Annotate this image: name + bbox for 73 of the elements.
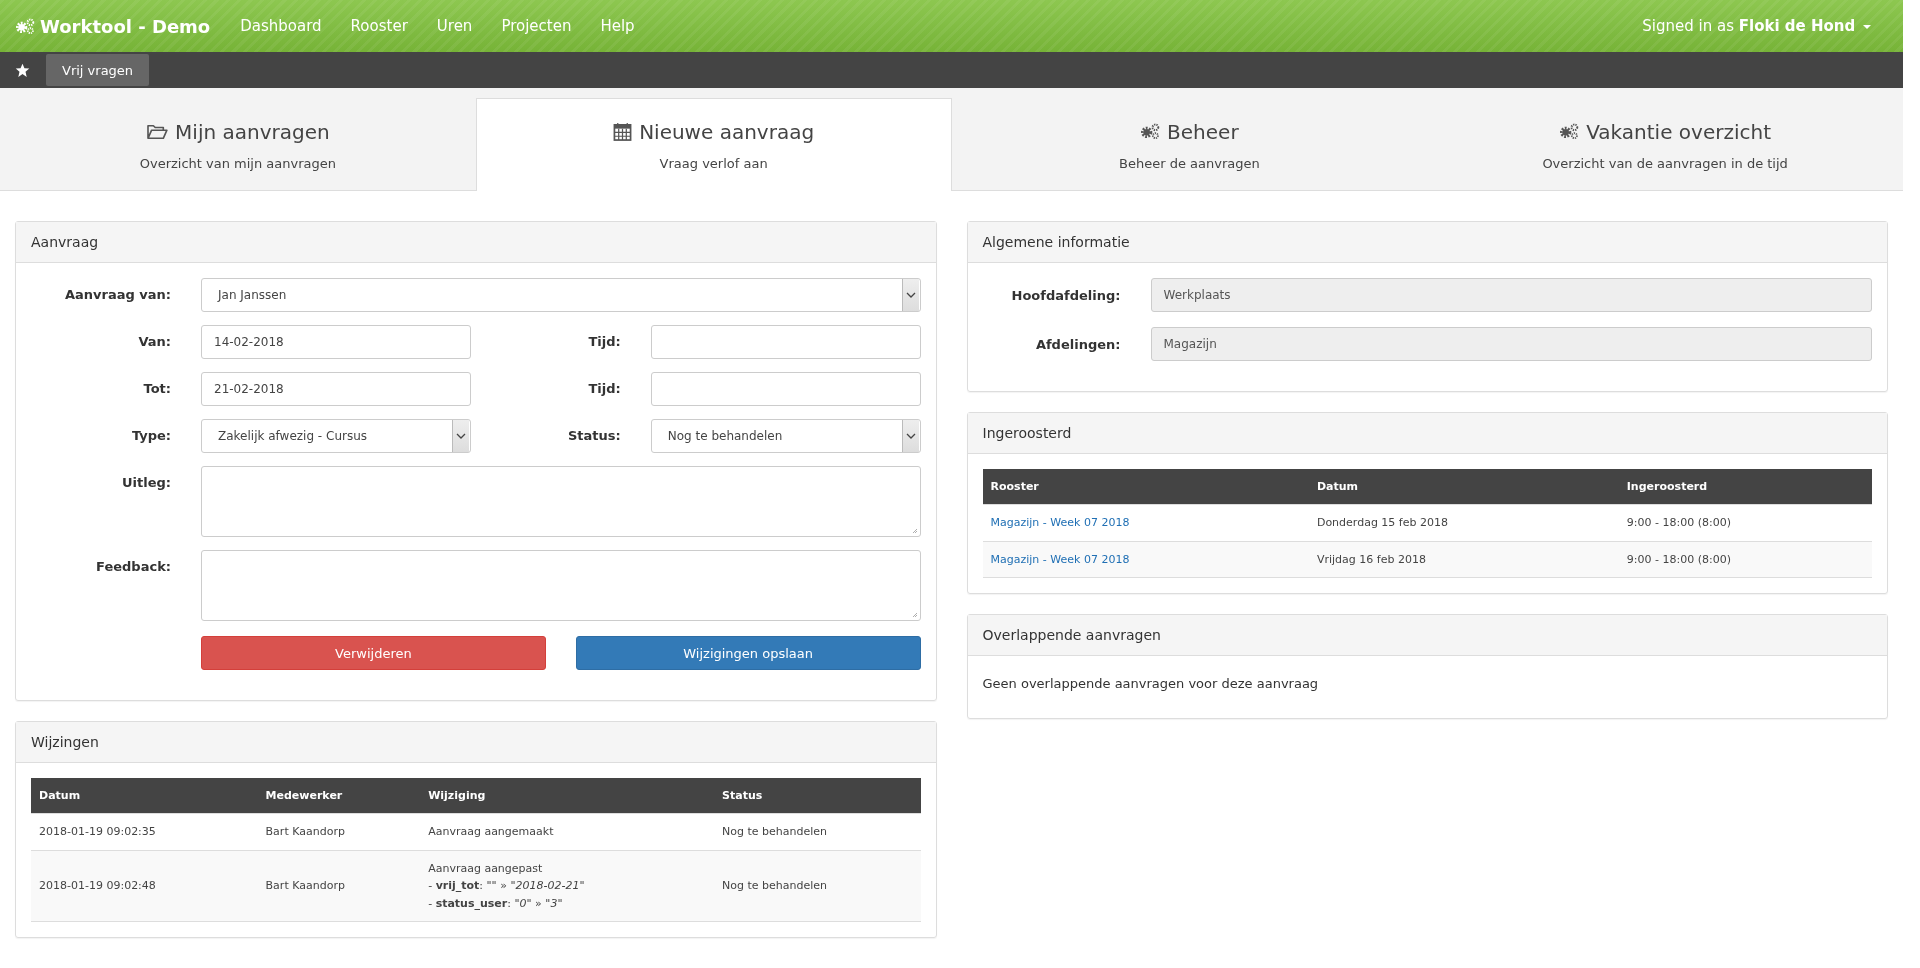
field-label: Hoofdafdeling:: [1010, 287, 1122, 303]
tab-subtitle: Overzicht van de aanvragen in de tijd: [1542, 155, 1788, 171]
schedule-link[interactable]: Magazijn - Week 07 2018: [990, 552, 1130, 566]
table-cell: 9:00 - 18:00 (8:00): [1618, 504, 1872, 542]
input-field[interactable]: 14-02-2018: [201, 325, 471, 359]
column-header: Ingeroosterd: [1618, 469, 1872, 505]
field-label: Afdelingen:: [1034, 336, 1122, 352]
field-label: Type:: [130, 427, 172, 443]
calendar-icon: [613, 122, 633, 141]
tab-subtitle: Beheer de aanvragen: [1119, 155, 1260, 171]
table-cell: Bart Kaandorp: [257, 813, 421, 851]
panel-heading: Algemene informatie: [967, 222, 1887, 263]
table-cell: Vrijdag 16 feb 2018: [1308, 541, 1619, 578]
tab[interactable]: Nieuwe aanvraag Vraag verlof aan: [475, 98, 952, 191]
field-label: Feedback:: [95, 558, 172, 574]
field-label: Uitleg:: [121, 474, 172, 490]
column-header: Datum: [31, 778, 258, 814]
column-header: Status: [714, 778, 921, 814]
field-label: Van:: [137, 333, 172, 349]
field-label: Aanvraag van:: [63, 286, 172, 302]
column-header: Medewerker: [257, 778, 421, 814]
tab-title: Beheer: [1167, 119, 1239, 144]
gears-icon: [15, 17, 35, 35]
select-field[interactable]: Zakelijk afwezig - Cursus: [201, 419, 471, 453]
panel-heading: Ingeroosterd: [967, 413, 1887, 454]
resize-grip-icon[interactable]: [911, 528, 918, 534]
field-label: Tijd:: [587, 333, 622, 349]
readonly-field: Werkplaats: [1150, 278, 1872, 312]
field-label: Status:: [567, 427, 622, 443]
panel-heading: Overlappende aanvragen: [967, 615, 1887, 657]
table-cell: Nog te behandelen: [714, 813, 921, 851]
resize-grip-icon[interactable]: [911, 612, 918, 618]
select-field[interactable]: Jan Janssen: [201, 278, 921, 312]
save-button[interactable]: Wijzigingen opslaan: [575, 636, 921, 670]
table-cell: 2018-01-19 09:02:35: [31, 813, 258, 851]
text-area[interactable]: [201, 550, 921, 621]
table-cell: 2018-01-19 09:02:48: [31, 850, 258, 922]
table-cell: 9:00 - 18:00 (8:00): [1618, 541, 1872, 578]
select-field[interactable]: Nog te behandelen: [650, 419, 921, 453]
delete-button[interactable]: Verwijderen: [201, 636, 546, 670]
tab[interactable]: Mijn aanvragen Overzicht van mijn aanvragen: [0, 98, 476, 191]
input-field[interactable]: [650, 372, 921, 406]
text-area[interactable]: [201, 466, 921, 537]
input-field[interactable]: [650, 325, 921, 359]
field-label: Tot:: [142, 380, 172, 396]
input-field[interactable]: 21-02-2018: [201, 372, 471, 406]
panel-heading: Wijzingen: [16, 722, 936, 763]
caret-icon: [1863, 24, 1871, 29]
table-cell: Nog te behandelen: [714, 850, 921, 922]
tab[interactable]: Vakantie overzicht Overzicht van de aanvragen in de tijd: [1427, 98, 1903, 191]
column-header: Datum: [1308, 469, 1619, 505]
tab-title: Nieuwe aanvraag: [639, 119, 815, 144]
favorite-button[interactable]: Vrij vragen: [46, 54, 150, 86]
panel-heading: Aanvraag: [16, 222, 936, 263]
tab[interactable]: Beheer Beheer de aanvragen: [951, 98, 1428, 191]
table-cell: Aanvraag aangemaakt: [420, 813, 715, 851]
star-icon[interactable]: [15, 62, 30, 78]
readonly-field: Magazijn: [1150, 327, 1872, 361]
table-cell: Donderdag 15 feb 2018: [1308, 504, 1619, 542]
field-label: Tijd:: [587, 380, 622, 396]
tab-title: Vakantie overzicht: [1586, 119, 1771, 144]
gears-icon: [1140, 123, 1161, 140]
column-header: Rooster: [982, 469, 1309, 505]
folder-icon: [146, 122, 169, 141]
table-cell: Bart Kaandorp: [257, 850, 421, 922]
tab-subtitle: Overzicht van mijn aanvragen: [139, 155, 336, 171]
gears-icon: [1559, 123, 1580, 140]
table-cell: Aanvraag aangepast - vrij_tot: "" » "2018-02-21" - status_user: "0" » "3": [420, 850, 715, 922]
tab-subtitle: Vraag verlof aan: [659, 155, 768, 171]
tab-title: Mijn aanvragen: [175, 119, 330, 144]
empty-message: Geen overlappende aanvragen voor deze aanvraag: [982, 676, 1320, 692]
schedule-link[interactable]: Magazijn - Week 07 2018: [990, 516, 1130, 529]
column-header: Wijziging: [420, 778, 715, 814]
